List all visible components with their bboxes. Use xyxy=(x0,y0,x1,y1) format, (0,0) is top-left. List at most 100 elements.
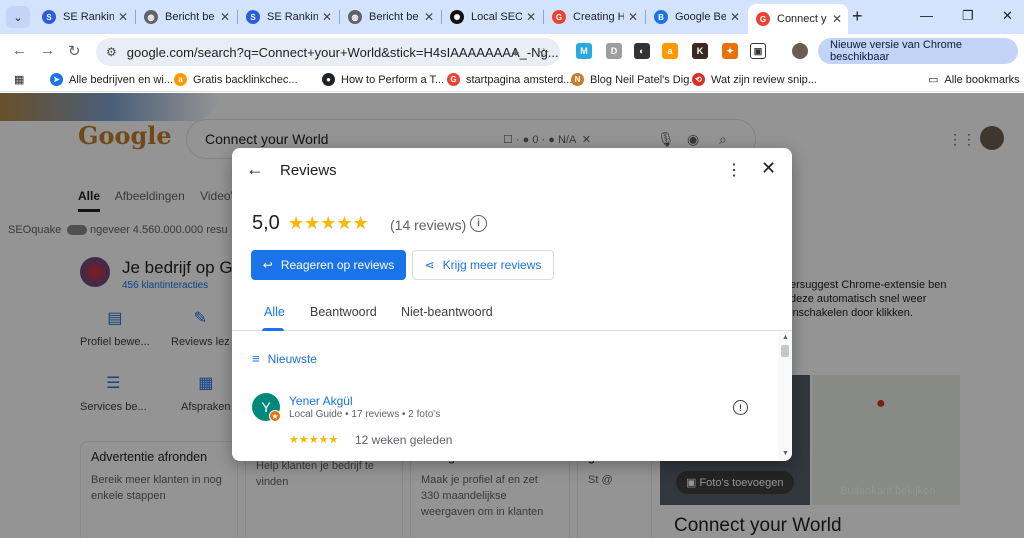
chrome-update-button[interactable]: Nieuwe versie van Chrome beschikbaar xyxy=(818,38,1018,64)
window-close-icon[interactable]: ✕ xyxy=(1002,8,1013,24)
bookmark-item[interactable]: ➤ Alle bedrijven en wi... xyxy=(50,73,173,86)
globe-icon: ◍ xyxy=(144,10,158,24)
extension-icon[interactable]: a xyxy=(662,43,678,59)
address-bar[interactable]: ⚙ google.com/search?q=Connect+your+World… xyxy=(96,38,560,66)
browser-tab[interactable]: S SE Ranking ✕ xyxy=(34,4,134,30)
tab-search-icon[interactable]: ⌄ xyxy=(6,6,30,28)
reload-icon[interactable]: ↻ xyxy=(68,42,81,60)
close-tab-icon[interactable]: ✕ xyxy=(118,10,128,24)
tab-title: Connect y xyxy=(777,13,827,25)
globe-icon: ◍ xyxy=(348,10,362,24)
info-icon[interactable]: i xyxy=(470,215,487,232)
google-icon: G xyxy=(552,10,566,24)
bookmark-item[interactable]: Gstartpagina amsterd... xyxy=(447,73,572,86)
close-icon[interactable]: ✕ xyxy=(761,158,776,179)
review-stars-icon: ★★★★★ xyxy=(289,434,339,446)
browser-tab[interactable]: ◍ Bericht be ✕ xyxy=(136,4,236,30)
close-tab-icon[interactable]: ✕ xyxy=(628,10,638,24)
bookmark-item[interactable]: ● How to Perform a T... xyxy=(322,73,444,86)
reply-icon: ↩ xyxy=(262,258,273,272)
close-tab-icon[interactable]: ✕ xyxy=(322,10,332,24)
star-rating-icon: ★★★★★ xyxy=(288,213,369,233)
bookmark-icon: G xyxy=(447,73,460,86)
extension-icon[interactable]: ◐ xyxy=(634,43,650,59)
google-business-icon: B xyxy=(654,10,668,24)
bookmark-item[interactable]: N Blog Neil Patel's Dig... xyxy=(571,73,698,86)
active-tab-indicator xyxy=(262,328,284,331)
all-bookmarks[interactable]: ▭ Alle bookmarks xyxy=(928,73,1020,87)
share-icon: ⋖ xyxy=(424,258,435,272)
extension-icon[interactable]: ✦ xyxy=(722,43,738,59)
browser-tab[interactable]: ✺ Local SEO ✕ xyxy=(442,4,542,30)
local-guide-badge-icon: ★ xyxy=(269,410,281,422)
back-arrow-icon[interactable]: ← xyxy=(246,159,264,180)
forward-icon[interactable]: → xyxy=(40,42,55,59)
reviewer-meta: Local Guide • 17 reviews • 2 foto's xyxy=(289,409,441,420)
reviewer-name[interactable]: Yener Akgül xyxy=(289,394,353,408)
close-tab-icon[interactable]: ✕ xyxy=(220,10,230,24)
bookmark-icon: N xyxy=(571,73,584,86)
bookmark-item[interactable]: a Gratis backlinkchec... xyxy=(174,73,298,86)
back-icon[interactable]: ← xyxy=(12,42,27,59)
browser-tab[interactable]: ◍ Bericht be ✕ xyxy=(340,4,440,30)
openai-icon: ✺ xyxy=(450,10,464,24)
close-tab-icon[interactable]: ✕ xyxy=(730,10,740,24)
sort-icon: ≡ xyxy=(252,351,260,366)
tab-title: SE Ranking xyxy=(63,11,114,23)
extension-icon[interactable]: K xyxy=(692,43,708,59)
apps-grid-icon[interactable]: ▦ xyxy=(14,73,24,86)
review-date: 12 weken geleden xyxy=(355,433,453,447)
browser-tab-active[interactable]: G Connect y ✕ xyxy=(748,4,848,34)
more-options-icon[interactable]: ⋮ xyxy=(726,160,742,180)
reviews-dialog: ← Reviews ⋮ ✕ 5,0 ★★★★★ (14 reviews) i ↩… xyxy=(232,148,792,461)
bookmark-icon: a xyxy=(174,73,187,86)
tab-answered[interactable]: Beantwoord xyxy=(310,305,377,319)
close-tab-icon[interactable]: ✕ xyxy=(832,12,842,26)
scroll-down-icon[interactable]: ▼ xyxy=(782,450,789,457)
new-tab-icon[interactable]: + xyxy=(852,6,863,27)
site-settings-icon[interactable]: ⚙ xyxy=(106,45,117,59)
tab-all[interactable]: Alle xyxy=(264,305,285,319)
close-tab-icon[interactable]: ✕ xyxy=(424,10,434,24)
reply-reviews-button[interactable]: ↩ Reageren op reviews xyxy=(251,250,406,280)
url-text: google.com/search?q=Connect+your+World&s… xyxy=(126,44,559,60)
bookmark-icon: ➤ xyxy=(50,73,63,86)
tab-title: Creating H xyxy=(573,11,624,23)
tab-strip: ⌄ S SE Ranking ✕ ◍ Bericht be ✕ S SE Ran… xyxy=(0,0,1024,34)
restore-icon[interactable]: ❐ xyxy=(962,8,974,24)
folder-icon: ▭ xyxy=(928,74,939,86)
bookmark-item[interactable]: ⟲ Wat zijn review snip... xyxy=(692,73,817,86)
bookmark-star-icon[interactable]: ☆ xyxy=(538,45,550,61)
dialog-header: ← Reviews ⋮ ✕ xyxy=(232,148,792,196)
extensions-puzzle-icon[interactable]: ▣ xyxy=(750,43,766,59)
dialog-title: Reviews xyxy=(280,162,337,179)
browser-toolbar: ← → ↻ ⚙ google.com/search?q=Connect+your… xyxy=(0,34,1024,68)
tab-title: SE Ranking xyxy=(267,11,318,23)
close-tab-icon[interactable]: ✕ xyxy=(526,10,536,24)
tab-title: Bericht be xyxy=(369,11,419,23)
bookmarks-bar: ▦ ➤ Alle bedrijven en wi... a Gratis backl… xyxy=(0,68,1024,92)
scroll-thumb[interactable] xyxy=(781,345,789,357)
dialog-scrollbar[interactable]: ▲ ▼ xyxy=(778,332,792,461)
average-rating: 5,0 xyxy=(252,212,280,234)
scroll-up-icon[interactable]: ▲ xyxy=(782,334,789,341)
minimize-icon[interactable]: — xyxy=(920,8,933,23)
review-filter-tabs: Alle Beantwoord Niet-beantwoord xyxy=(232,298,792,331)
location-icon[interactable]: ⌖ xyxy=(512,45,519,61)
profile-avatar[interactable] xyxy=(792,43,808,59)
browser-tab[interactable]: G Creating H ✕ xyxy=(544,4,644,30)
bookmark-icon: ⟲ xyxy=(692,73,705,86)
report-icon[interactable]: ! xyxy=(733,400,748,415)
sort-newest-button[interactable]: ≡ Nieuwste xyxy=(252,351,317,366)
browser-tab[interactable]: S SE Ranking ✕ xyxy=(238,4,338,30)
bookmark-icon: ● xyxy=(322,73,335,86)
browser-tab[interactable]: B Google Be ✕ xyxy=(646,4,746,30)
extension-icon[interactable]: D xyxy=(606,43,622,59)
tab-unanswered[interactable]: Niet-beantwoord xyxy=(401,305,493,319)
get-more-reviews-button[interactable]: ⋖ Krijg meer reviews xyxy=(412,250,554,280)
review-count: (14 reviews) xyxy=(390,217,467,233)
google-icon: G xyxy=(756,12,770,26)
tab-title: Local SEO xyxy=(471,11,522,23)
tab-title: Google Be xyxy=(675,11,726,23)
extension-icon[interactable]: M xyxy=(576,43,592,59)
